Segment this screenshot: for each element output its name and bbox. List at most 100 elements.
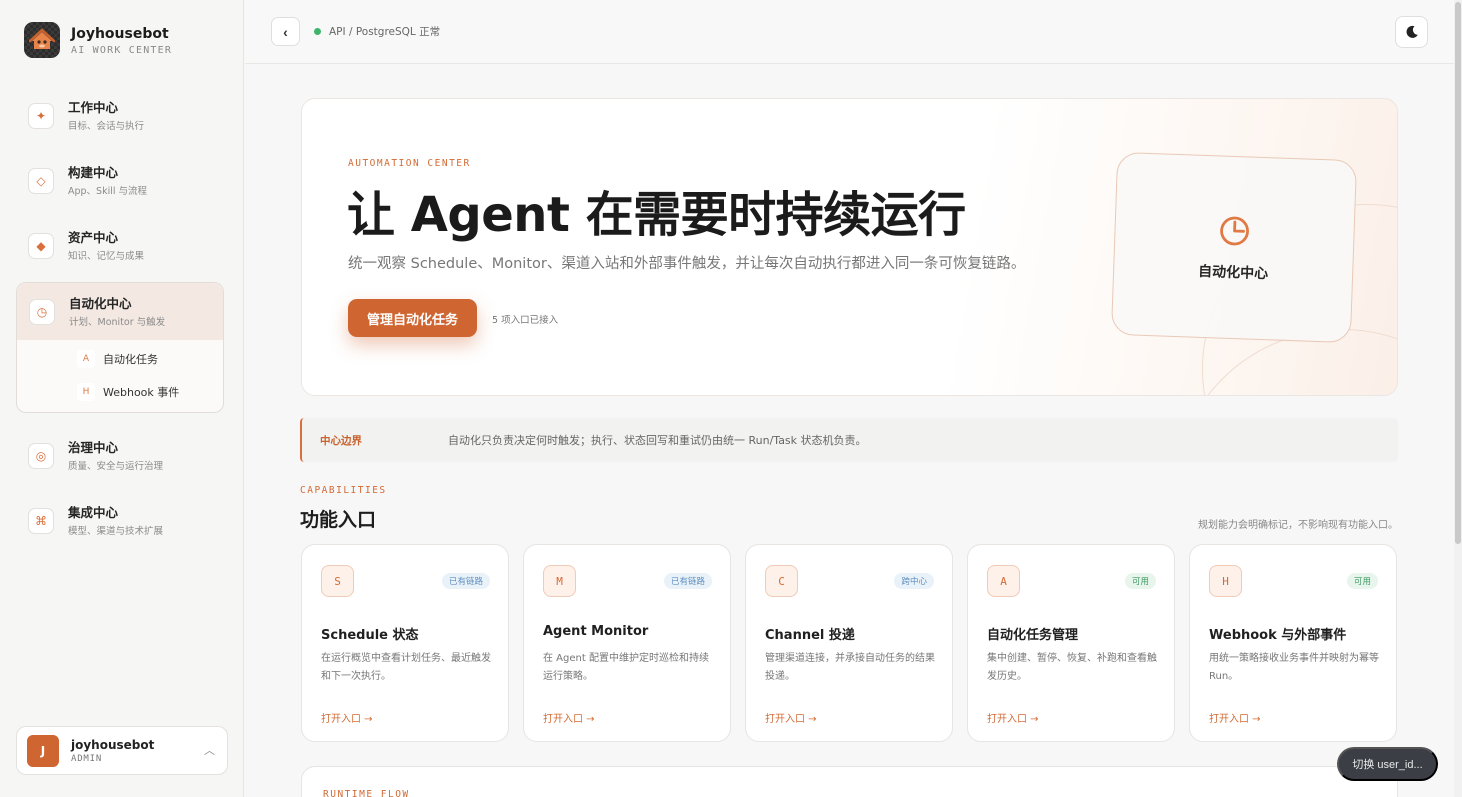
nav-desc: 知识、记忆与成果 (68, 250, 145, 262)
theme-toggle-button[interactable] (1395, 16, 1428, 48)
card-letter-badge: M (543, 565, 576, 597)
capabilities-eyebrow: CAPABILITIES (300, 485, 387, 496)
page-scrollbar[interactable] (1454, 0, 1462, 797)
runtime-flow-panel: RUNTIME FLOW (301, 766, 1398, 797)
card-title: 自动化任务管理 (987, 628, 1079, 643)
card-desc: 集中创建、暂停、恢复、补跑和查看触发历史。 (987, 653, 1157, 682)
card-letter-badge: C (765, 565, 798, 597)
nav-title: 资产中心 (68, 229, 119, 245)
capability-card-agent-monitor[interactable]: M 已有链路 Agent Monitor 在 Agent 配置中维护定时巡检和持… (523, 544, 731, 742)
clock-icon (1220, 216, 1249, 245)
diamond-filled-icon: ◆ (28, 232, 54, 259)
card-letter-badge: S (321, 565, 354, 597)
sub-label: 自动化任务 (103, 352, 158, 366)
page-title: 让 Agent 在需要时持续运行 (347, 187, 966, 243)
user-role: ADMIN (71, 753, 103, 764)
open-entry-link[interactable]: 打开入口 → (1209, 710, 1261, 725)
sidebar-item-asset-center[interactable]: ◆ 资产中心 知识、记忆与成果 (16, 217, 224, 274)
open-entry-link[interactable]: 打开入口 → (321, 710, 373, 725)
switch-user-button[interactable]: 切换 user_id... (1337, 747, 1438, 781)
avatar: J (27, 734, 59, 767)
manage-automation-tasks-button[interactable]: 管理自动化任务 (348, 299, 477, 337)
brand-logo-icon (24, 22, 60, 58)
nav-desc: 目标、会话与执行 (68, 120, 145, 132)
brand-subtitle: AI WORK CENTER (71, 44, 173, 56)
clock-icon: ◷ (29, 298, 55, 325)
card-desc: 在运行概览中查看计划任务、最近触发和下一次执行。 (321, 653, 491, 682)
nav-desc: App、Skill 与流程 (68, 185, 148, 197)
chevron-left-icon: ‹ (283, 23, 288, 40)
card-title: Channel 投递 (765, 628, 855, 643)
sub-badge: A (77, 349, 95, 368)
sidebar-subitem-webhook-events[interactable]: H Webhook 事件 (17, 375, 223, 408)
boundary-label: 中心边界 (320, 434, 362, 447)
system-status: API / PostgreSQL 正常 (314, 24, 440, 39)
capability-card-webhook[interactable]: H 可用 Webhook 与外部事件 用统一策略接收业务事件并映射为幂等 Run… (1189, 544, 1397, 742)
status-badge: 可用 (1346, 573, 1378, 589)
nav-desc: 模型、渠道与技术扩展 (68, 525, 164, 537)
sub-badge: H (77, 382, 95, 401)
sidebar-item-integration-center[interactable]: ⌘ 集成中心 模型、渠道与技术扩展 (16, 492, 224, 549)
card-title: Schedule 状态 (321, 628, 419, 643)
sidebar-item-build-center[interactable]: ◇ 构建中心 App、Skill 与流程 (16, 152, 224, 209)
status-badge: 已有链路 (441, 573, 490, 589)
capabilities-title: 功能入口 (300, 509, 377, 531)
status-text: API / PostgreSQL 正常 (329, 26, 441, 38)
sidebar: Joyhousebot AI WORK CENTER ✦ 工作中心 目标、会话与… (0, 0, 244, 797)
capability-cards: S 已有链路 Schedule 状态 在运行概览中查看计划任务、最近触发和下一次… (301, 544, 1397, 742)
user-name: joyhousebot (71, 737, 155, 752)
topbar: ‹ API / PostgreSQL 正常 (245, 0, 1454, 64)
center-boundary-notice: 中心边界 自动化只负责决定何时触发；执行、状态回写和重试仍由统一 Run/Tas… (300, 418, 1398, 462)
status-badge: 可用 (1124, 573, 1156, 589)
nav-title: 治理中心 (68, 439, 119, 455)
card-desc: 管理渠道连接，并承接自动任务的结果投递。 (765, 653, 935, 682)
moon-icon (1406, 25, 1418, 38)
scrollbar-thumb[interactable] (1455, 2, 1461, 544)
runtime-eyebrow: RUNTIME FLOW (323, 789, 410, 797)
hero-panel: AUTOMATION CENTER 让 Agent 在需要时持续运行 统一观察 … (301, 98, 1398, 396)
boundary-text: 自动化只负责决定何时触发；执行、状态回写和重试仍由统一 Run/Task 状态机… (448, 434, 867, 447)
nav-title: 构建中心 (68, 164, 119, 180)
hero-illustration-card: 自动化中心 (1110, 151, 1358, 344)
hero-card-label: 自动化中心 (1197, 263, 1269, 282)
hero-note: 5 项入口已接入 (492, 315, 559, 326)
nav-title: 工作中心 (68, 99, 119, 115)
target-icon: ◎ (28, 442, 54, 469)
capability-card-schedule[interactable]: S 已有链路 Schedule 状态 在运行概览中查看计划任务、最近触发和下一次… (301, 544, 509, 742)
hero-subtitle: 统一观察 Schedule、Monitor、渠道入站和外部事件触发，并让每次自动… (348, 256, 1026, 272)
card-title: Agent Monitor (543, 624, 649, 639)
status-badge: 跨中心 (894, 573, 934, 589)
command-icon: ⌘ (28, 507, 54, 534)
status-badge: 已有链路 (663, 573, 712, 589)
open-entry-link[interactable]: 打开入口 → (987, 710, 1039, 725)
nav-desc: 质量、安全与运行治理 (68, 460, 164, 472)
sidebar-group-automation: ◷ 自动化中心 计划、Monitor 与触发 A 自动化任务 H Webhook… (16, 282, 224, 413)
sidebar-item-work-center[interactable]: ✦ 工作中心 目标、会话与执行 (16, 87, 224, 144)
chevron-up-icon: ︿ (204, 744, 215, 757)
brand[interactable]: Joyhousebot AI WORK CENTER (24, 22, 172, 58)
sparkle-icon: ✦ (28, 102, 54, 129)
nav-title: 自动化中心 (69, 295, 132, 311)
capability-card-channel[interactable]: C 跨中心 Channel 投递 管理渠道连接，并承接自动任务的结果投递。 打开… (745, 544, 953, 742)
sidebar-nav: ✦ 工作中心 目标、会话与执行 ◇ 构建中心 App、Skill 与流程 ◆ 资… (16, 87, 224, 557)
capability-card-automation-tasks[interactable]: A 可用 自动化任务管理 集中创建、暂停、恢复、补跑和查看触发历史。 打开入口 … (967, 544, 1175, 742)
hero-eyebrow: AUTOMATION CENTER (348, 158, 471, 169)
sidebar-subitem-automation-tasks[interactable]: A 自动化任务 (17, 342, 223, 375)
card-letter-badge: H (1209, 565, 1242, 597)
collapse-sidebar-button[interactable]: ‹ (271, 17, 300, 46)
user-menu[interactable]: J joyhousebot ADMIN ︿ (16, 726, 228, 775)
open-entry-link[interactable]: 打开入口 → (765, 710, 817, 725)
card-letter-badge: A (987, 565, 1020, 597)
sidebar-item-automation-center[interactable]: ◷ 自动化中心 计划、Monitor 与触发 (17, 283, 223, 340)
nav-desc: 计划、Monitor 与触发 (69, 316, 166, 328)
nav-title: 集成中心 (68, 504, 119, 520)
card-desc: 用统一策略接收业务事件并映射为幂等 Run。 (1209, 653, 1379, 682)
card-desc: 在 Agent 配置中维护定时巡检和持续运行策略。 (543, 653, 709, 682)
status-dot-icon (314, 28, 321, 35)
capabilities-note: 规划能力会明确标记，不影响现有功能入口。 (1198, 520, 1398, 531)
diamond-outline-icon: ◇ (28, 167, 54, 194)
sub-label: Webhook 事件 (103, 385, 180, 399)
sidebar-item-governance-center[interactable]: ◎ 治理中心 质量、安全与运行治理 (16, 427, 224, 484)
open-entry-link[interactable]: 打开入口 → (543, 710, 595, 725)
brand-name: Joyhousebot (71, 25, 169, 42)
